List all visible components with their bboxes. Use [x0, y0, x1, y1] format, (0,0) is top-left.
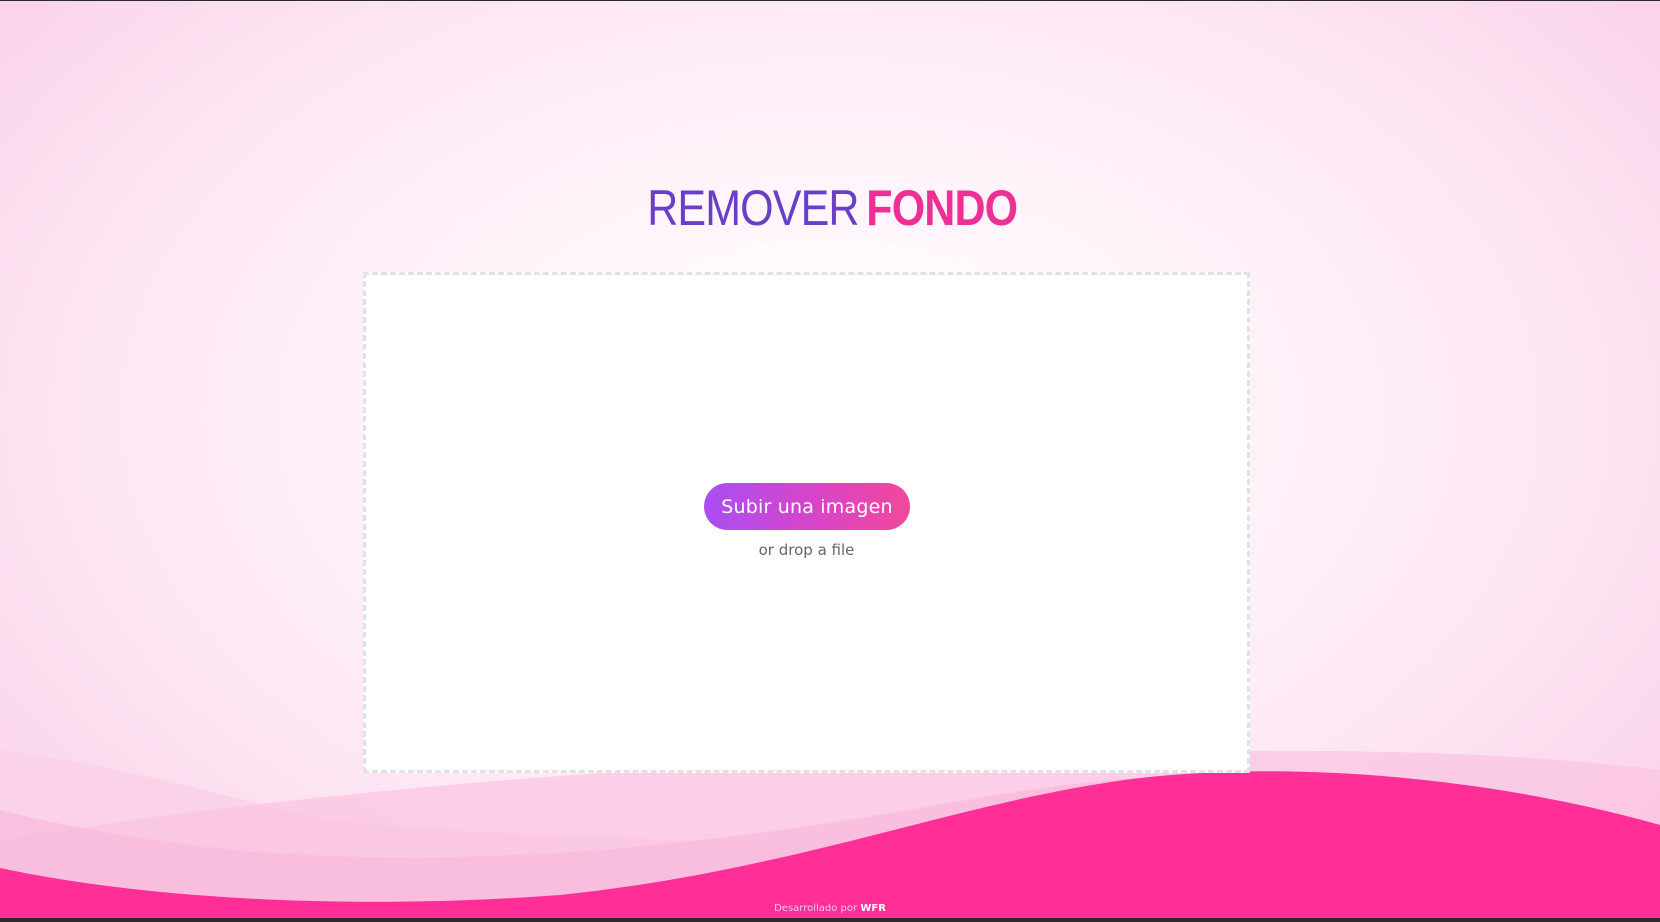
window-top-border	[0, 0, 1660, 1]
window-bottom-border	[0, 918, 1660, 922]
logo-text-remover: REMOVER	[647, 180, 860, 236]
image-drop-zone[interactable]: Subir una imagen or drop a file	[363, 272, 1250, 773]
footer-credit: Desarrollado por WFR	[0, 903, 1660, 914]
upload-image-button[interactable]: Subir una imagen	[704, 483, 910, 530]
footer-credit-brand-link[interactable]: WFR	[860, 903, 886, 914]
footer-credit-prefix: Desarrollado por	[774, 903, 858, 914]
site-logo: REMOVER FONDO	[0, 178, 1660, 238]
logo-text-fondo: FONDO	[866, 180, 1018, 236]
drop-file-hint: or drop a file	[758, 541, 855, 559]
